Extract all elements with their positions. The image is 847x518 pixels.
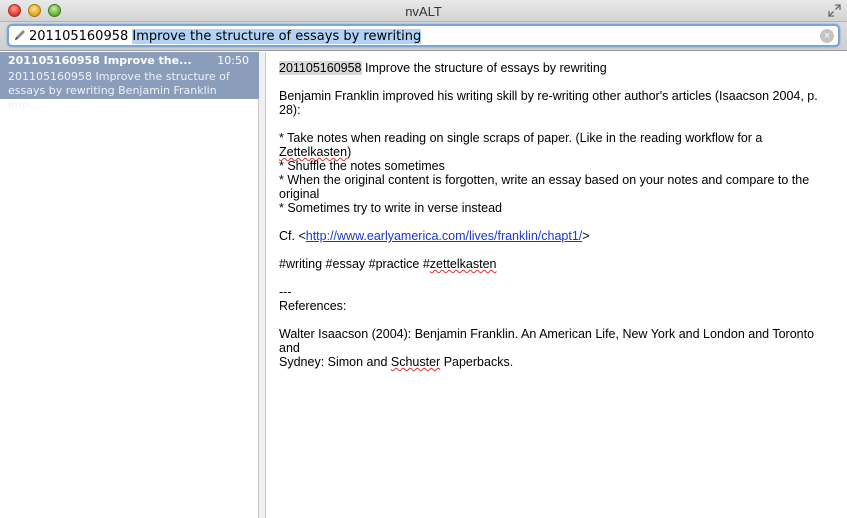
fullscreen-icon[interactable] [828,4,841,17]
intro-paragraph: Benjamin Franklin improved his writing s… [279,89,818,117]
bullet-item-4: * Sometimes try to write in verse instea… [279,201,502,215]
bullet-1-close: ) [347,145,352,159]
bullet-item-1: * Take notes when reading on single scra… [279,131,835,159]
pane-splitter[interactable] [259,52,266,518]
misspelled-publisher: Schuster [390,355,441,369]
search-input[interactable]: 201105160958 Improve the structure of es… [7,24,840,47]
note-id: 201105160958 [279,61,362,75]
bullet-item-3: * When the original content is forgotten… [279,173,810,201]
note-preview-line-1: 201105160958 Improve the structure of [8,70,230,83]
search-toolbar: 201105160958 Improve the structure of es… [0,22,847,51]
search-text-selected: Improve the structure of essays by rewri… [132,29,422,44]
reference-line-1: Walter Isaacson (2004): Benjamin Frankli… [279,327,815,355]
bullet-list: * Take notes when reading on single scra… [279,131,835,215]
tags-line: #writing #essay #practice #zettelkasten [279,257,835,271]
reference-line-2-end: Paperbacks. [440,355,514,369]
note-title-line: 201105160958 Improve the structure of es… [279,61,835,75]
note-title-text: Improve the structure of essays by rewri… [361,61,607,75]
cf-prefix: Cf. < [279,229,306,243]
list-item[interactable]: 201105160958 Improve the... 10:50 201105… [0,52,259,111]
note-modified-time: 10:50 [217,54,249,67]
clear-icon[interactable]: × [820,29,834,43]
reference-link[interactable]: http://www.earlyamerica.com/lives/frankl… [306,229,583,243]
note-preview-line-2: essays by rewriting Benjamin Franklin im… [8,84,217,111]
reference-line-2-text: Sydney: Simon and [279,355,391,369]
bullet-1-text: * Take notes when reading on single scra… [279,131,763,145]
search-text-id: 201105160958 [29,29,129,44]
references-section: --- References: [279,285,835,313]
bullet-item-2: * Shuffle the notes sometimes [279,159,445,173]
note-title: 201105160958 Improve the... [8,54,192,67]
cf-line: Cf. <http://www.earlyamerica.com/lives/f… [279,229,835,243]
references-heading: References: [279,299,347,313]
misspelled-tag: zettelkasten [429,257,497,271]
reference-entry: Walter Isaacson (2004): Benjamin Frankli… [279,327,835,369]
cf-suffix: > [582,229,590,243]
window-titlebar: nvALT [0,0,847,22]
note-editor[interactable]: 201105160958 Improve the structure of es… [267,52,847,518]
tags-text: #writing #essay #practice # [279,257,430,271]
window-title: nvALT [405,4,442,19]
notes-list[interactable]: 201105160958 Improve the... 10:50 201105… [0,52,259,518]
reference-line-2: Sydney: Simon and Schuster Paperbacks. [279,355,835,369]
misspelled-word: Zettelkasten [279,145,348,159]
separator: --- [279,285,292,299]
pencil-icon [15,30,25,40]
search-text[interactable]: 201105160958 Improve the structure of es… [29,29,422,44]
